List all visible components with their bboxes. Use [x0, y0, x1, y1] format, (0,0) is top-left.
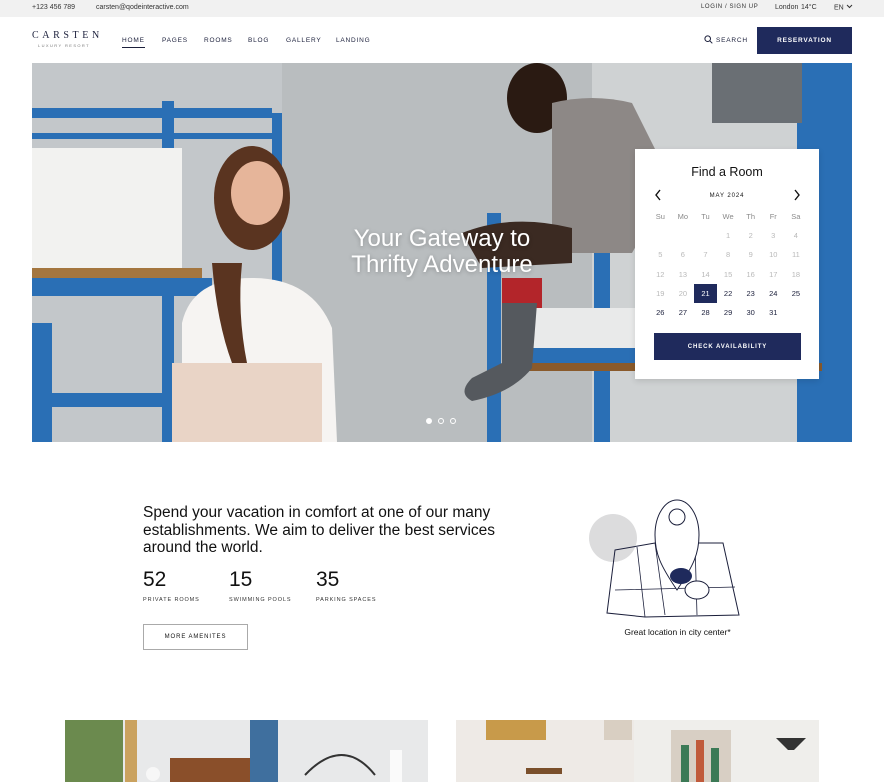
location-pin-icon [589, 499, 740, 618]
calendar-day[interactable]: 24 [762, 284, 785, 303]
calendar-day: 18 [791, 269, 801, 279]
calendar-empty-cell [694, 226, 717, 245]
logo-tagline: LUXURY RESORT [38, 43, 90, 48]
room-image[interactable] [65, 720, 428, 782]
weekday-label: Fr [769, 212, 777, 222]
weekday-label: Su [655, 212, 665, 222]
login-link[interactable]: LOGIN / SIGN UP [701, 4, 758, 10]
calendar-day: 14 [701, 269, 710, 279]
calendar-day: 3 [771, 231, 776, 241]
calendar-month: MAY 2024 [709, 193, 745, 199]
calendar-day: 10 [769, 250, 778, 260]
weekday-label: Sa [791, 212, 801, 222]
calendar-day[interactable]: 27 [672, 303, 695, 322]
calendar-day[interactable]: 23 [739, 284, 762, 303]
more-amenities-button[interactable]: MORE AMENITES [143, 624, 248, 650]
calendar-day[interactable]: 31 [762, 303, 785, 322]
email-link[interactable]: carsten@qodeinteractive.com [96, 4, 189, 11]
calendar-empty-cell [672, 226, 695, 245]
chevron-right-icon[interactable] [793, 189, 801, 204]
nav-home[interactable]: HOME [122, 37, 145, 48]
stat-label-parking: PARKING SPACES [316, 597, 377, 603]
weekday-label: Mo [677, 212, 689, 222]
calendar-day: 13 [678, 269, 688, 279]
reservation-button[interactable]: RESERVATION [757, 27, 852, 54]
main-header: CARSTEN LUXURY RESORT HOME PAGES ROOMS B… [0, 17, 884, 63]
calendar-empty-cell [649, 226, 672, 245]
find-room-widget: Find a Room MAY 2024 Su Mo Tu We Th Fr Sa 1 2 3 4 5… [635, 149, 819, 379]
language-selector[interactable]: EN [834, 4, 853, 11]
logo-text: CARSTEN [32, 30, 103, 41]
stat-label-rooms: PRIVATE ROOMS [143, 597, 200, 603]
calendar-day: 9 [748, 250, 753, 260]
nav-landing[interactable]: LANDING [336, 37, 371, 44]
chevron-down-icon [846, 4, 853, 11]
slider-dot[interactable] [426, 418, 432, 424]
check-availability-button[interactable]: CHECK AVAILABILITY [654, 333, 801, 360]
calendar-day: 2 [748, 231, 753, 241]
search-label: SEARCH [716, 37, 748, 44]
nav-pages[interactable]: PAGES [162, 37, 188, 44]
calendar-day: 16 [746, 269, 755, 279]
logo[interactable]: CARSTEN LUXURY RESORT [32, 30, 104, 48]
stat-value-rooms: 52 [143, 568, 167, 591]
room-image[interactable] [456, 720, 819, 782]
slider-dot[interactable] [450, 418, 456, 424]
stat-value-parking: 35 [316, 568, 340, 591]
language-label: EN [834, 4, 844, 12]
calendar-grid: Su Mo Tu We Th Fr Sa 1 2 3 4 5 6 7 8 9 10 11 12 13 14 15 16 17 1… [649, 207, 807, 322]
nav-rooms[interactable]: ROOMS [204, 37, 233, 44]
stat-value-pools: 15 [229, 568, 253, 591]
search-icon [704, 35, 713, 46]
weekday-label: Tu [701, 212, 710, 222]
calendar-day: 4 [793, 231, 798, 241]
calendar-day[interactable]: 28 [694, 303, 717, 322]
location-caption: Great location in city center* [624, 627, 731, 637]
top-bar: +123 456 789 carsten@qodeinteractive.com… [0, 0, 884, 17]
weather-city: London [775, 4, 799, 11]
calendar-day: 15 [723, 269, 733, 279]
calendar-empty-cell [785, 303, 808, 322]
slider-dots [426, 418, 456, 424]
slider-dot[interactable] [438, 418, 444, 424]
weekday-label: We [722, 212, 734, 222]
stat-label-pools: SWIMMING POOLS [229, 597, 292, 603]
nav-gallery[interactable]: GALLERY [286, 37, 321, 44]
calendar-day: 11 [791, 250, 800, 260]
calendar-day[interactable]: 29 [717, 303, 740, 322]
weekday-label: Th [746, 212, 756, 222]
find-room-title: Find a Room [691, 165, 763, 179]
calendar-day-selected[interactable]: 21 [694, 283, 717, 303]
calendar-day: 5 [658, 250, 663, 260]
calendar-day[interactable]: 25 [785, 284, 808, 303]
search-button[interactable]: SEARCH [704, 35, 748, 46]
calendar-day: 19 [656, 288, 665, 298]
weather-temperature: 14°C [801, 4, 817, 11]
intro-text: Spend your vacation in comfort at one of… [143, 504, 496, 556]
calendar-day: 7 [703, 250, 708, 260]
calendar-day: 6 [680, 250, 685, 260]
calendar-day[interactable]: 30 [739, 303, 762, 322]
calendar-day: 12 [656, 269, 665, 279]
calendar-day: 17 [769, 269, 778, 279]
calendar-day: 8 [725, 250, 731, 260]
calendar-day[interactable]: 26 [649, 303, 672, 322]
calendar-day[interactable]: 22 [717, 284, 740, 303]
calendar-day: 20 [678, 288, 688, 298]
nav-blog[interactable]: BLOG [248, 37, 269, 44]
calendar-day: 1 [725, 231, 731, 241]
phone-link[interactable]: +123 456 789 [32, 4, 75, 11]
